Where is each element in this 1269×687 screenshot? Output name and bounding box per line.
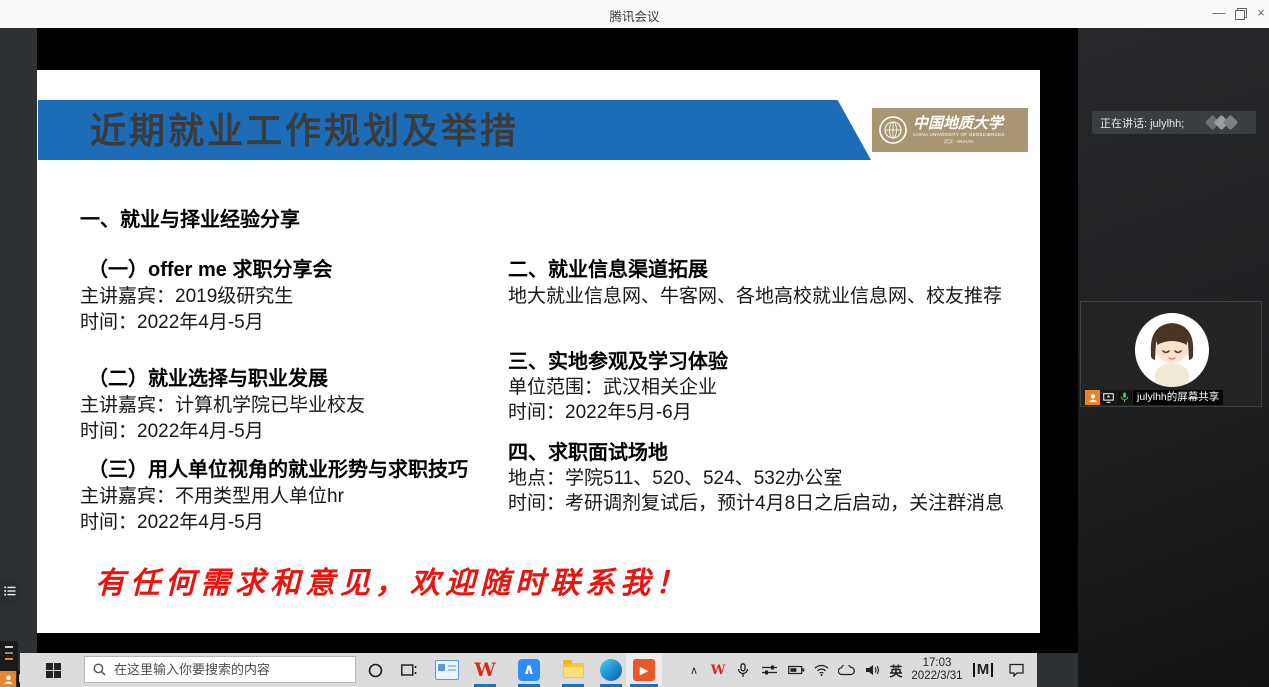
wps-presentation-button-active[interactable]: ▶ (626, 653, 662, 687)
university-name-cn: 中国地质大学 (913, 116, 1005, 131)
slide-title: 近期就业工作规划及举措 (90, 100, 519, 160)
search-icon (93, 663, 106, 676)
slide-title-banner: 近期就业工作规划及举措 (38, 100, 871, 160)
university-emblem-icon (878, 115, 908, 145)
section-line: 时间：2022年4月-5月 (80, 507, 264, 534)
speaking-label: 正在讲话: julylhh; (1100, 115, 1184, 131)
tray-clock[interactable]: 17:03 2022/3/31 (908, 653, 966, 687)
section-line: 主讲嘉宾：2019级研究生 (80, 281, 293, 308)
task-view-button[interactable] (394, 653, 424, 687)
cortana-icon (368, 663, 383, 678)
section-line: 时间：2022年4月-5月 (80, 307, 264, 334)
tray-wps-icon[interactable]: W (708, 653, 728, 687)
tray-cloud-icon[interactable] (834, 653, 858, 687)
section-heading: （二）就业选择与职业发展 (88, 362, 328, 391)
presentation-slide: 近期就业工作规划及举措 中国地质大学 CHINA UNIVERSITY OF G… (37, 70, 1040, 633)
tray-date: 2022/3/31 (911, 670, 962, 683)
tencent-meeting-icon: ∧ (518, 659, 540, 681)
taskbar-search[interactable] (84, 656, 356, 683)
edge-browser-button[interactable] (596, 653, 626, 687)
audio-wave-icon (1204, 115, 1238, 130)
start-button[interactable] (46, 663, 61, 678)
university-name-en: CHINA UNIVERSITY OF GEOSCIENCES (913, 133, 1005, 138)
tray-volume-icon[interactable] (860, 653, 884, 687)
minimize-button[interactable]: — (1210, 4, 1228, 22)
wps-presentation-icon: ▶ (633, 659, 655, 681)
share-toolbar-edge (0, 641, 18, 671)
avatar (1135, 313, 1209, 387)
tray-m-app-icon[interactable]: M (968, 653, 998, 687)
section-heading: （一）offer me 求职分享会 (88, 253, 332, 282)
tray-time: 17:03 (923, 657, 952, 670)
tencent-meeting-button[interactable]: ∧ (514, 653, 544, 687)
participant-icon (1085, 390, 1100, 405)
ime-language-indicator[interactable]: 英 (886, 653, 906, 687)
action-center-button[interactable] (1002, 653, 1030, 687)
thumbnail-status-row: julylhh的屏幕共享 (1085, 390, 1223, 405)
speaking-indicator: 正在讲话: julylhh; (1092, 111, 1256, 134)
wps-office-icon: W (474, 659, 495, 681)
section-line: 单位范围：武汉相关企业 (508, 372, 717, 399)
section-heading: 四、求职面试场地 (508, 436, 668, 465)
window-titlebar: 腾讯会议 — × (0, 0, 1269, 29)
tray-wifi-icon[interactable] (810, 653, 832, 687)
section-line: 时间：2022年5月-6月 (508, 397, 692, 424)
university-logo: 中国地质大学 CHINA UNIVERSITY OF GEOSCIENCES 武… (872, 108, 1028, 152)
section-line: 时间：考研调剂复试后，预计4月8日之后启动，关注群消息 (508, 488, 1004, 515)
wps-office-button[interactable]: W (470, 653, 500, 687)
meeting-sidebar: 正在讲话: julylhh; (1078, 28, 1269, 687)
file-explorer-icon (563, 663, 584, 678)
university-name-sub: 武汉 · WUHAN (913, 140, 1005, 144)
tray-audio-settings-icon[interactable] (758, 653, 780, 687)
windows-taskbar: W ∧ ▶ ∧ W 英 17:03 2022/3/31 M (20, 653, 1037, 687)
thumbnail-share-label: julylhh的屏幕共享 (1133, 390, 1223, 405)
participant-icon (0, 671, 16, 687)
section-line: 地大就业信息网、牛客网、各地高校就业信息网、校友推荐 (508, 281, 1002, 308)
window-title: 腾讯会议 (0, 6, 1269, 25)
contact-note: 有任何需求和意见，欢迎随时联系我！ (95, 558, 690, 602)
action-center-icon (1009, 663, 1024, 677)
screen-share-icon (1101, 390, 1116, 405)
file-explorer-button[interactable] (558, 653, 588, 687)
task-view-icon (401, 663, 418, 677)
restore-button[interactable] (1231, 4, 1249, 22)
edge-browser-icon (600, 659, 622, 681)
section-heading: 三、实地参观及学习体验 (508, 345, 728, 374)
tray-expand-button[interactable]: ∧ (684, 653, 704, 687)
tray-microphone-icon[interactable] (732, 653, 754, 687)
section-line: 主讲嘉宾：计算机学院已毕业校友 (80, 390, 365, 417)
section-line: 时间：2022年4月-5月 (80, 416, 264, 443)
sidebar-toggle-tab[interactable] (0, 578, 20, 604)
section-line: 地点：学院511、520、524、532办公室 (508, 463, 842, 490)
list-icon (4, 586, 16, 596)
contacts-app-button[interactable] (432, 653, 462, 687)
section-heading: 一、就业与择业经验分享 (80, 203, 300, 232)
microphone-icon (1117, 390, 1132, 405)
section-line: 主讲嘉宾：不用类型用人单位hr (80, 481, 344, 508)
close-button[interactable]: × (1252, 4, 1269, 22)
section-heading: 二、就业信息渠道拓展 (508, 253, 708, 282)
participant-video-thumbnail[interactable]: julylhh的屏幕共享 (1080, 301, 1262, 407)
section-heading: （三）用人单位视角的就业形势与求职技巧 (88, 453, 468, 482)
tray-battery-icon[interactable] (784, 653, 808, 687)
cortana-button[interactable] (360, 653, 390, 687)
contacts-app-icon (435, 660, 459, 680)
search-input[interactable] (112, 661, 355, 678)
